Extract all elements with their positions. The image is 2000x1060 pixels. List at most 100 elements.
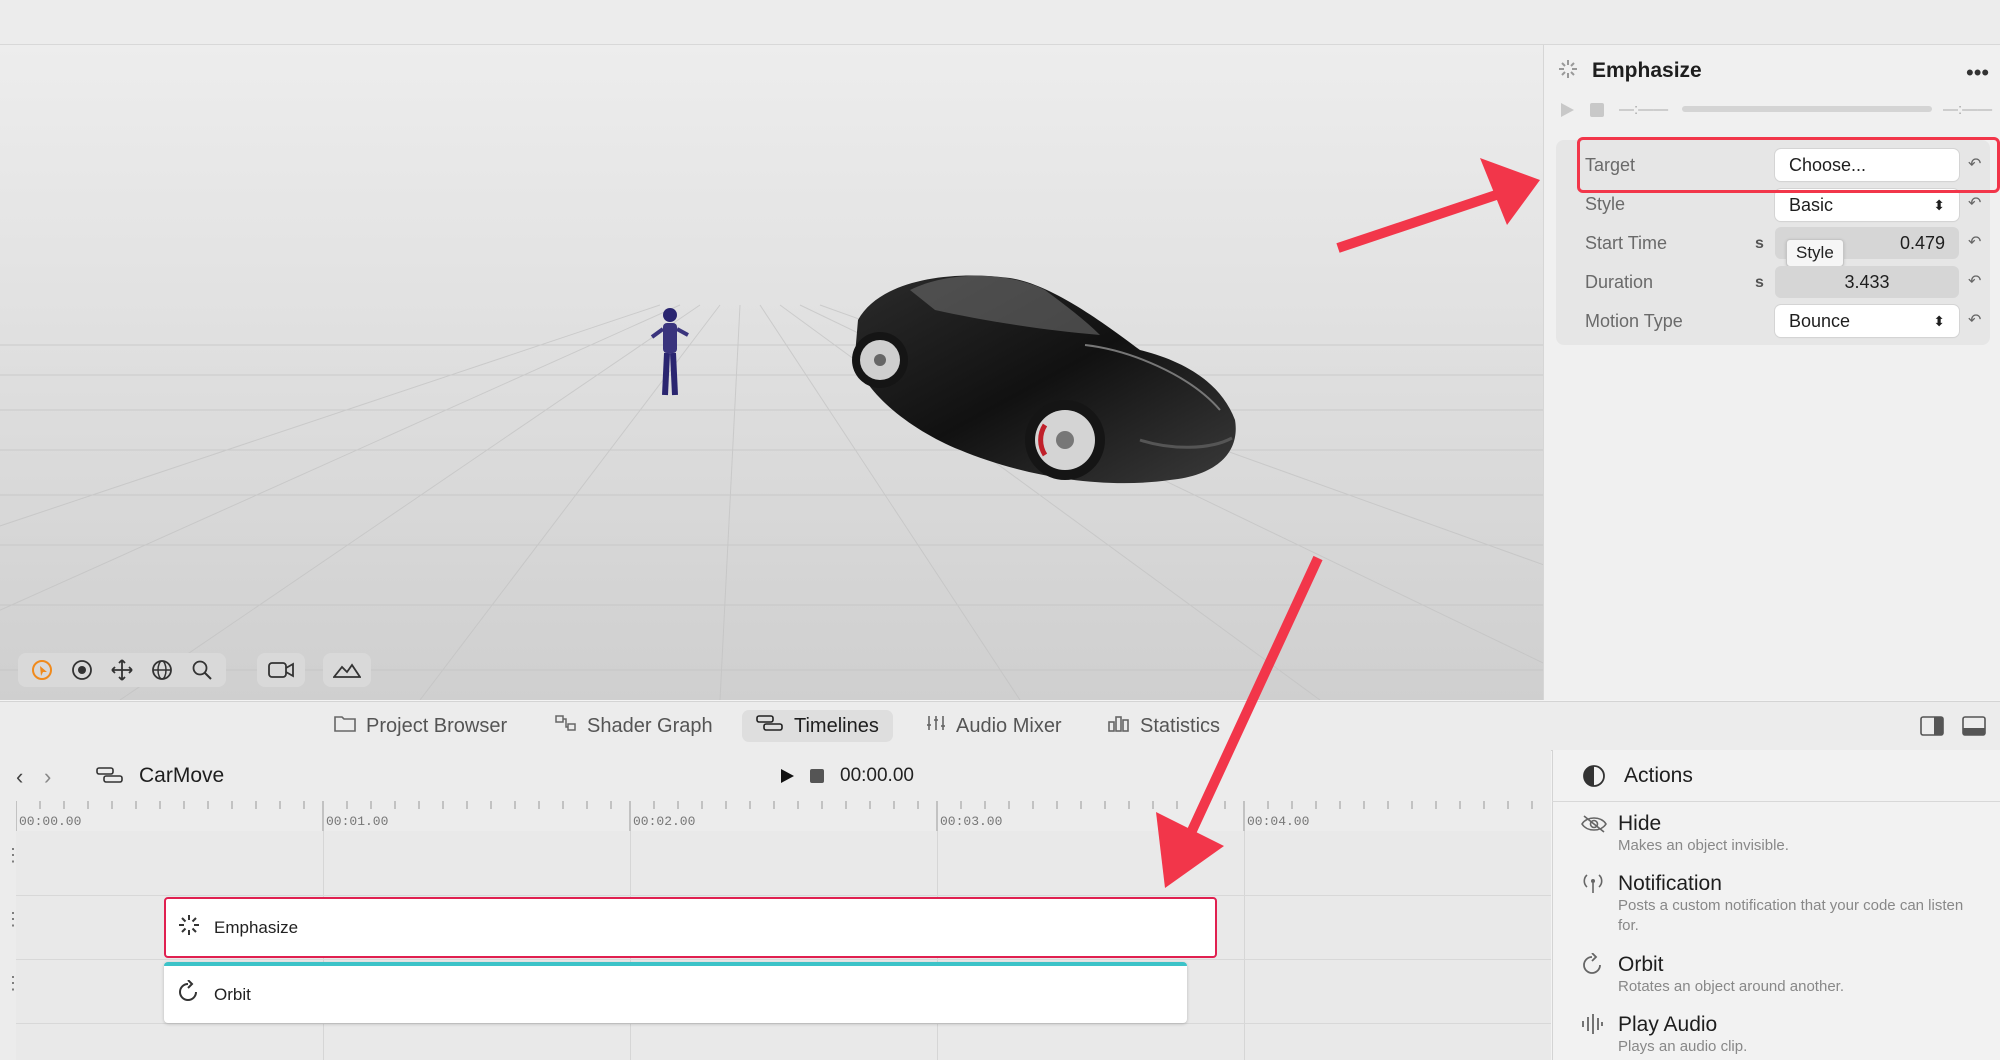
tab-statistics[interactable]: Statistics <box>1094 710 1234 742</box>
style-label: Style <box>1585 194 1626 214</box>
action-orbit[interactable]: Orbit <box>1618 953 1664 977</box>
car-model[interactable] <box>840 250 1270 530</box>
ruler-label: 00:03.00 <box>940 814 1003 829</box>
track-divider <box>16 895 1551 896</box>
gridline <box>1244 831 1245 1060</box>
ruler-label: 00:00.00 <box>19 814 82 829</box>
tab-shader-graph[interactable]: Shader Graph <box>541 710 727 742</box>
track-handle-icon[interactable]: ⋮ <box>4 910 22 928</box>
waveform-icon <box>1580 1013 1604 1040</box>
style-select[interactable]: Basic ⬍ <box>1775 189 1959 221</box>
tab-timelines[interactable]: Timelines <box>742 710 893 742</box>
reset-duration-icon[interactable]: ↶ <box>1968 271 1981 291</box>
reset-motion-type-icon[interactable]: ↶ <box>1968 310 1981 330</box>
orbit-clip[interactable]: Orbit <box>164 962 1187 1023</box>
tab-project-browser[interactable]: Project Browser <box>320 710 521 742</box>
time-ruler[interactable]: 00:00.00 00:01.00 00:02.00 00:03.00 00:0… <box>16 801 1551 831</box>
duration-label: Duration <box>1585 272 1654 292</box>
playback-scrubber[interactable] <box>1682 106 1932 112</box>
notification-antenna-icon <box>1580 872 1606 899</box>
duration-unit: s <box>1755 274 1764 291</box>
actions-icon <box>1580 764 1608 793</box>
timeline-icon <box>96 766 124 789</box>
viewport-toolbar <box>18 653 226 687</box>
emphasize-icon <box>1558 59 1578 84</box>
scene-viewport[interactable] <box>0 45 1543 700</box>
ruler-label: 00:01.00 <box>326 814 389 829</box>
reset-style-icon[interactable]: ↶ <box>1968 193 1981 213</box>
tab-label: Project Browser <box>366 714 508 737</box>
more-options-icon[interactable]: ••• <box>1966 60 1989 86</box>
duration-field[interactable]: 3.433 <box>1775 266 1959 298</box>
stepper-chevrons-icon: ⬍ <box>1933 312 1945 329</box>
actions-title: Actions <box>1624 764 1693 787</box>
play-icon[interactable] <box>1559 101 1575 124</box>
orbit-icon <box>1580 952 1604 982</box>
camera-switch-icon[interactable] <box>263 655 299 685</box>
timeline-name: CarMove <box>139 764 225 787</box>
timeline-play-icon[interactable] <box>779 767 795 790</box>
stepper-chevrons-icon: ⬍ <box>1933 196 1945 213</box>
bottom-tab-bar: Project Browser Shader Graph Timelines A… <box>0 701 2000 751</box>
sidebar-toggle-icon[interactable] <box>1920 716 1944 741</box>
bar-chart-icon <box>1108 714 1130 738</box>
timeline-current-time: 00:00.00 <box>840 765 914 786</box>
clip-label: Orbit <box>214 984 251 1004</box>
tab-label: Audio Mixer <box>956 714 1062 737</box>
action-play-audio-desc: Plays an audio clip. <box>1618 1038 1748 1055</box>
action-notification[interactable]: Notification <box>1618 872 1722 896</box>
action-hide-desc: Makes an object invisible. <box>1618 837 1789 854</box>
start-time-label: Start Time <box>1585 233 1668 253</box>
clip-label: Emphasize <box>214 917 299 937</box>
time-remaining: —:—— <box>1943 101 1993 118</box>
orbit-icon <box>176 979 200 1009</box>
emphasize-clip[interactable]: Emphasize <box>164 897 1217 958</box>
timeline-stop-icon[interactable] <box>810 769 824 788</box>
action-hide[interactable]: Hide <box>1618 812 1661 836</box>
motion-type-select[interactable]: Bounce ⬍ <box>1775 305 1959 337</box>
tab-label: Timelines <box>794 714 879 737</box>
tab-label: Statistics <box>1140 714 1221 737</box>
window-toolbar <box>0 0 2000 45</box>
track-divider <box>16 959 1551 960</box>
ruler-label: 00:02.00 <box>633 814 696 829</box>
reset-start-time-icon[interactable]: ↶ <box>1968 232 1981 252</box>
target-highlight <box>1577 137 2000 193</box>
motion-type-label: Motion Type <box>1585 311 1683 331</box>
divider <box>1552 801 2000 802</box>
ground-grid <box>0 304 1543 700</box>
inspector-title: Emphasize <box>1592 59 1702 82</box>
action-orbit-desc: Rotates an object around another. <box>1618 978 1844 995</box>
start-time-unit: s <box>1755 235 1764 252</box>
tab-audio-mixer[interactable]: Audio Mixer <box>912 710 1076 742</box>
character-model[interactable] <box>650 305 690 405</box>
action-play-audio[interactable]: Play Audio <box>1618 1013 1717 1037</box>
hide-eye-icon <box>1580 814 1608 839</box>
forward-chevron-icon[interactable]: › <box>44 764 51 790</box>
camera-toggle <box>257 653 305 687</box>
bottom-panel-toggle-icon[interactable] <box>1962 716 1986 741</box>
time-elapsed: —:—— <box>1619 101 1669 118</box>
ruler-ticks <box>16 801 1533 831</box>
track-handle-icon[interactable]: ⋮ <box>4 974 22 992</box>
stop-icon[interactable] <box>1590 103 1604 122</box>
tooltip: Style <box>1786 239 1844 267</box>
track-handle-icon[interactable]: ⋮ <box>4 846 22 864</box>
ruler-label: 00:04.00 <box>1247 814 1310 829</box>
sliders-icon <box>926 714 946 738</box>
orbit-camera-icon[interactable] <box>64 655 100 685</box>
environment-toggle <box>323 653 371 687</box>
back-chevron-icon[interactable]: ‹ <box>16 764 23 790</box>
zoom-tool-icon[interactable] <box>184 655 220 685</box>
shader-graph-icon <box>555 714 577 738</box>
landscape-icon[interactable] <box>329 655 365 685</box>
rotate-tool-icon[interactable] <box>144 655 180 685</box>
track-divider <box>16 1023 1551 1024</box>
tab-label: Shader Graph <box>587 714 713 737</box>
select-tool-icon[interactable] <box>24 655 60 685</box>
emphasize-icon <box>178 914 200 941</box>
move-tool-icon[interactable] <box>104 655 140 685</box>
action-notification-desc: Posts a custom notification that your co… <box>1618 897 1964 934</box>
folder-icon <box>334 714 356 738</box>
style-value: Basic <box>1789 194 1834 215</box>
